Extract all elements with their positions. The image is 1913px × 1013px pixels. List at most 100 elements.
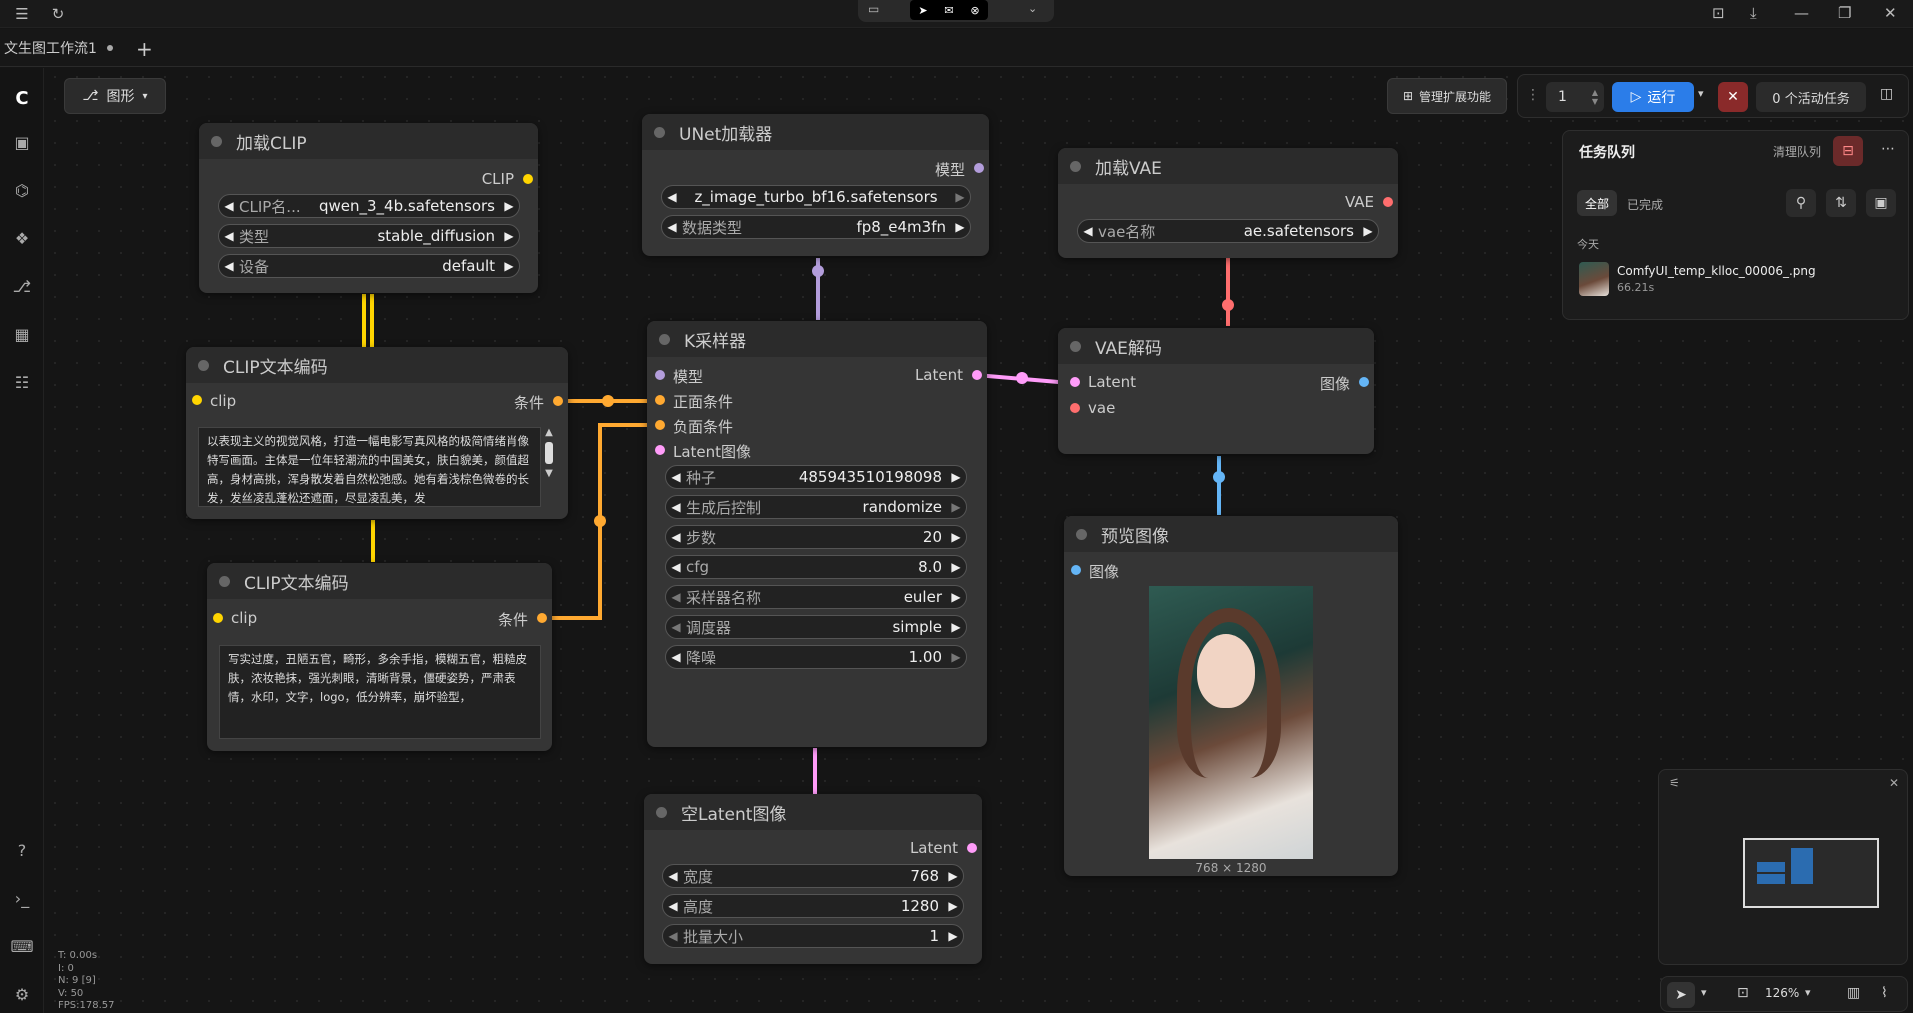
minimap-close-icon[interactable]: ✕ (1889, 776, 1899, 790)
output-port-cond[interactable] (553, 396, 563, 406)
output-port-image[interactable] (1359, 377, 1369, 387)
input-port-vae[interactable] (1070, 403, 1080, 413)
run-button[interactable]: ▷ 运行 (1612, 82, 1694, 112)
select-tool-button[interactable]: ➤ (1667, 982, 1695, 1008)
output-label: VAE (1344, 193, 1374, 211)
filter-done-tab[interactable]: 已完成 (1627, 196, 1663, 213)
run-label: 运行 (1647, 90, 1676, 106)
batch-count-input[interactable]: 1 ▲ ▼ (1546, 82, 1604, 112)
widget-dtype[interactable]: ◀ 数据类型 fp8_e4m3fn ▶ (661, 215, 971, 239)
node-ksampler[interactable]: K采样器 模型 正面条件 负面条件 Latent图像 Latent ◀ 种子 485… (647, 321, 987, 747)
node-load-clip[interactable]: 加载CLIP CLIP ◀ CLIP名... qwen_3_4b.safetenso… (199, 123, 538, 293)
queue-item[interactable]: ComfyUI_temp_klloc_00006_.png 66.21s (1579, 262, 1899, 298)
node-clip-text-positive[interactable]: CLIP文本编码 clip 条件 以表现主义的视觉风格，打造一幅电影写真风格的极… (186, 347, 568, 519)
node-empty-latent[interactable]: 空Latent图像 Latent ◀ 宽度 768 ▶ ◀ 高度 1280 ▶ ◀ 批量大小 1… (644, 794, 982, 964)
graph-icon: ⎇ (82, 88, 99, 104)
widget-device[interactable]: ◀ 设备 default ▶ (218, 254, 520, 278)
output-port-cond[interactable] (537, 613, 547, 623)
textarea-scrollbar[interactable]: ▲ ▼ (542, 427, 556, 507)
output-label: 条件 (497, 611, 528, 629)
minimap-toggle-icon[interactable]: ▥ (1847, 985, 1860, 1001)
active-tasks-button[interactable]: 0 个活动任务 (1756, 82, 1866, 112)
more-icon[interactable]: ⋯ (1881, 141, 1895, 157)
input-label: Latent (1088, 373, 1137, 391)
graph-mode-button[interactable]: ⎇ 图形 ▾ (64, 78, 166, 114)
node-title: 加载CLIP (236, 133, 307, 154)
output-port-model[interactable] (974, 163, 984, 173)
widget-sampler[interactable]: ◀ 采样器名称 euler ▶ (665, 585, 967, 609)
sort-button[interactable]: ⇅ (1826, 189, 1856, 217)
node-title: CLIP文本编码 (223, 357, 328, 378)
input-label: vae (1088, 399, 1116, 417)
cancel-button[interactable]: ✕ (1718, 82, 1748, 112)
minimap-viewport[interactable] (1743, 838, 1879, 908)
output-port-vae[interactable] (1383, 197, 1393, 207)
input-label: 正面条件 (673, 393, 734, 411)
queue-item-name: ComfyUI_temp_klloc_00006_.png (1617, 264, 1816, 278)
run-options-chevron-icon[interactable]: ▾ (1698, 87, 1704, 100)
links-toggle-icon[interactable]: ⌇ (1881, 985, 1888, 1001)
filter-button[interactable]: ⚲ (1786, 189, 1816, 217)
widget-height[interactable]: ◀ 高度 1280 ▶ (662, 894, 964, 918)
widget-denoise[interactable]: ◀ 降噪 1.00 ▶ (665, 645, 967, 669)
widget-scheduler[interactable]: ◀ 调度器 simple ▶ (665, 615, 967, 639)
input-port-clip[interactable] (213, 613, 223, 623)
widget-seed[interactable]: ◀ 种子 485943510198098 ▶ (665, 465, 967, 489)
stepper-icon[interactable]: ▲ ▼ (1592, 88, 1598, 106)
run-toolbar: ⋮⋮ 1 ▲ ▼ ▷ 运行 ▾ ✕ 0 个活动任务 ◫ (1517, 74, 1909, 118)
node-clip-text-negative[interactable]: CLIP文本编码 clip 条件 写实过度，丑陋五官，畸形，多余手指，模糊五官，… (207, 563, 552, 751)
output-label: CLIP (481, 170, 514, 188)
node-title: 空Latent图像 (681, 804, 787, 825)
filter-all-tab[interactable]: 全部 (1577, 190, 1617, 216)
widget-width[interactable]: ◀ 宽度 768 ▶ (662, 864, 964, 888)
output-port-latent[interactable] (967, 843, 977, 853)
fit-view-icon[interactable]: ⊡ (1737, 985, 1749, 1001)
extensions-icon: ⊞ (1402, 89, 1414, 103)
negative-prompt-textarea[interactable]: 写实过度，丑陋五官，畸形，多余手指，模糊五官，粗糙皮肤，浓妆艳抹，强光刺眼，清晰… (219, 645, 541, 739)
node-title: CLIP文本编码 (244, 573, 349, 594)
input-port-latent[interactable] (655, 445, 665, 455)
manage-extensions-label: 管理扩展功能 (1419, 89, 1492, 104)
input-port-model[interactable] (655, 370, 665, 380)
minimap-settings-icon[interactable]: ⚟ (1669, 776, 1680, 790)
preview-image[interactable] (1149, 586, 1313, 859)
widget-unet-name[interactable]: ◀ z_image_turbo_bf16.safetensors ▶ (661, 185, 971, 209)
manage-extensions-button[interactable]: ⊞ 管理扩展功能 (1387, 78, 1507, 114)
input-port-positive[interactable] (655, 395, 665, 405)
node-title: 预览图像 (1101, 526, 1169, 547)
canvas-toolbar: ➤ ▾ ⊡ 126% ▾ ▥ ⌇ (1660, 976, 1908, 1012)
chevron-down-icon: ▾ (142, 90, 148, 102)
output-label: Latent (914, 366, 963, 384)
clear-queue-button[interactable]: ⊟ (1833, 136, 1863, 166)
input-port-latent[interactable] (1070, 377, 1080, 387)
reroute-dot (594, 515, 606, 527)
widget-batch-size[interactable]: ◀ 批量大小 1 ▶ (662, 924, 964, 948)
clear-queue-label[interactable]: 清理队列 (1773, 143, 1821, 160)
widget-vae-name[interactable]: ◀ vae名称 ae.safetensors ▶ (1077, 219, 1379, 243)
reroute-dot (1016, 372, 1028, 384)
widget-clip-name[interactable]: ◀ CLIP名... qwen_3_4b.safetensors ▶ (218, 194, 520, 218)
node-preview-image[interactable]: 预览图像 图像 768 × 1280 (1064, 516, 1398, 876)
output-port-clip[interactable] (523, 174, 533, 184)
output-label: 模型 (934, 161, 965, 179)
input-port-image[interactable] (1071, 565, 1081, 575)
chevron-down-icon[interactable]: ▾ (1701, 986, 1707, 999)
input-label: clip (231, 609, 258, 627)
input-label: 负面条件 (673, 418, 734, 436)
gallery-button[interactable]: ▣ (1866, 189, 1896, 217)
widget-type[interactable]: ◀ 类型 stable_diffusion ▶ (218, 224, 520, 248)
output-port-latent[interactable] (972, 370, 982, 380)
widget-control-after[interactable]: ◀ 生成后控制 randomize ▶ (665, 495, 967, 519)
zoom-chevron-icon[interactable]: ▾ (1805, 986, 1811, 999)
node-unet-loader[interactable]: UNet加载器 模型 ◀ z_image_turbo_bf16.safetenso… (642, 114, 989, 256)
widget-steps[interactable]: ◀ 步数 20 ▶ (665, 525, 967, 549)
prompt-textarea[interactable]: 以表现主义的视觉风格，打造一幅电影写真风格的极简情绪肖像特写画面。主体是一位年轻… (198, 427, 541, 507)
node-vae-decode[interactable]: VAE解码 Latent vae 图像 (1058, 328, 1374, 454)
zoom-level[interactable]: 126% (1765, 986, 1799, 1000)
input-port-clip[interactable] (192, 395, 202, 405)
widget-cfg[interactable]: ◀ cfg 8.0 ▶ (665, 555, 967, 579)
sidebar-toggle-icon[interactable]: ◫ (1880, 86, 1893, 102)
input-label: clip (210, 392, 237, 410)
node-load-vae[interactable]: 加载VAE VAE ◀ vae名称 ae.safetensors ▶ (1058, 148, 1398, 258)
input-port-negative[interactable] (655, 420, 665, 430)
